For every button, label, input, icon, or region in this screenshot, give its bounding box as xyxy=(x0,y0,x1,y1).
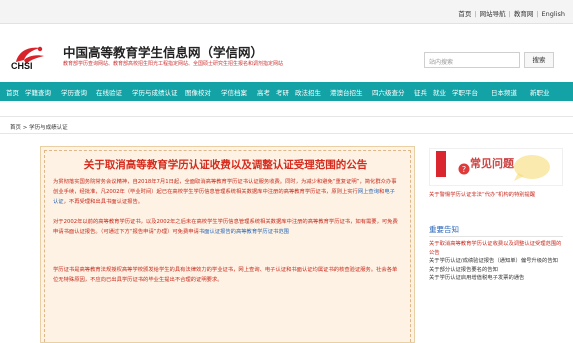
search-input[interactable]: 站内搜索 xyxy=(424,52,520,68)
question-icon: ? xyxy=(458,163,470,175)
nav-item-image-check[interactable]: 图像校对 xyxy=(185,87,211,97)
notice-title: 关于取消高等教育学历认证收费以及调整认证受理范围的公告 xyxy=(83,159,368,171)
top-link-home[interactable]: 首页 xyxy=(458,10,471,18)
nav-item-army[interactable]: 征兵 xyxy=(414,87,427,97)
notice-text: 为贯彻落实国务院常务会议精神，自2018年7月1日起，全面取消高等教育学历证书认… xyxy=(53,179,397,195)
nav-item-hk-tw[interactable]: 港澳台招生 xyxy=(330,87,363,97)
nav-item-xueji[interactable]: 学籍查询 xyxy=(25,87,51,97)
main-nav: 首页 学籍查询 学历查询 在线验证 学历与成绩认证 图像校对 学信档案 高考 考… xyxy=(0,82,573,101)
separator: | xyxy=(474,10,477,18)
important-item-e-invoice[interactable]: 关于学历认证启用增值税电子发票的通告 xyxy=(429,274,563,283)
search-button[interactable]: 搜索 xyxy=(524,52,554,68)
breadcrumb-bar: 首页 > 学历与成绩认证 xyxy=(0,116,573,134)
top-link-edu[interactable]: 教育网 xyxy=(514,10,534,18)
faq-banner[interactable]: ? 常见问题 xyxy=(429,148,563,186)
notice-paragraph-2: 对于2002年以前的高等教育学历证书，以及2002年之后未在高校学生学历信息管理… xyxy=(53,217,398,237)
notice-paragraph-3: 学历证书是高等教育法规授权高等学校颁发给学生的具有法律效力的学业证书，网上查询、… xyxy=(53,267,398,283)
svg-text:?: ? xyxy=(462,165,466,174)
notice-paragraph-1: 为贯彻落实国务院常务会议精神，自2018年7月1日起，全面取消高等教育学历证书认… xyxy=(53,177,398,207)
nav-item-home[interactable]: 首页 xyxy=(6,87,19,97)
nav-item-kaoyan[interactable]: 考研 xyxy=(276,87,289,97)
nav-item-career[interactable]: 学职平台 xyxy=(452,87,478,97)
nav-item-cet[interactable]: 四六级查分 xyxy=(372,87,405,97)
site-header: CHSI 中国高等教育学生信息网（学信网） 教育部学历查询网站、教育部高校招生阳… xyxy=(0,24,573,82)
faq-warning-link[interactable]: 关于警惕学历认证非法“代办”机构的特别提醒 xyxy=(429,191,563,200)
online-query-link[interactable]: 网上查询 xyxy=(358,189,379,195)
site-title[interactable]: 中国高等教育学生信息网（学信网） xyxy=(63,42,263,61)
important-item-fee-cancel[interactable]: 关于取消高等教育学历认证收费以及调整认证受理范围的公告 xyxy=(429,240,563,257)
nav-item-gaokao[interactable]: 高考 xyxy=(257,87,270,97)
important-item-report-upgrade[interactable]: 关于学历认证/成绩验证报告（通知单）偏号升级的告知 xyxy=(429,257,563,266)
important-notice-title: 重要告知 xyxy=(429,225,459,234)
site-subtitle: 教育部学历查询网站、教育部高校招生阳光工程指定网站、全国硕士研究生招生报名和调剂… xyxy=(63,61,284,67)
top-link-english[interactable]: English xyxy=(542,10,565,18)
important-notice-list: 关于取消高等教育学历认证收费以及调整认证受理范围的公告 关于学历认证/成绩验证报… xyxy=(429,240,563,283)
chat-bubble-icon xyxy=(514,155,550,181)
nav-item-jobs[interactable]: 就业 xyxy=(433,87,446,97)
logo-text: CHSI xyxy=(11,61,33,71)
separator: | xyxy=(508,10,511,18)
nav-item-new-career[interactable]: 新职业 xyxy=(530,87,550,97)
separator: | xyxy=(536,10,539,18)
nav-item-law[interactable]: 政法招生 xyxy=(295,87,321,97)
cert-scope-link[interactable]: 书面认证报告的高等教育学历证书范围 xyxy=(199,229,289,235)
divider xyxy=(429,236,563,237)
nav-item-online-verify[interactable]: 在线验证 xyxy=(96,87,122,97)
nav-item-japan[interactable]: 日本频道 xyxy=(491,87,517,97)
nav-item-archive[interactable]: 学信档案 xyxy=(221,87,247,97)
top-links: 首页 | 网站导航 | 教育网 | English xyxy=(458,8,565,18)
breadcrumb[interactable]: 首页 > 学历与成绩认证 xyxy=(10,123,68,131)
top-utility-bar: 首页 | 网站导航 | 教育网 | English xyxy=(0,0,573,24)
faq-tab-decoration xyxy=(436,151,446,177)
nav-item-cert[interactable]: 学历与成绩认证 xyxy=(132,87,178,97)
notice-text: ，不再受理和出具书面认证报告。 xyxy=(63,199,144,205)
top-link-sitemap[interactable]: 网站导航 xyxy=(480,10,506,18)
nav-item-xueli[interactable]: 学历查询 xyxy=(61,87,87,97)
important-item-report-name[interactable]: 关于部分认证报告要名的告知 xyxy=(429,266,563,275)
notice-panel: 关于取消高等教育学历认证收费以及调整认证受理范围的公告 为贯彻落实国务院常务会议… xyxy=(40,146,415,343)
